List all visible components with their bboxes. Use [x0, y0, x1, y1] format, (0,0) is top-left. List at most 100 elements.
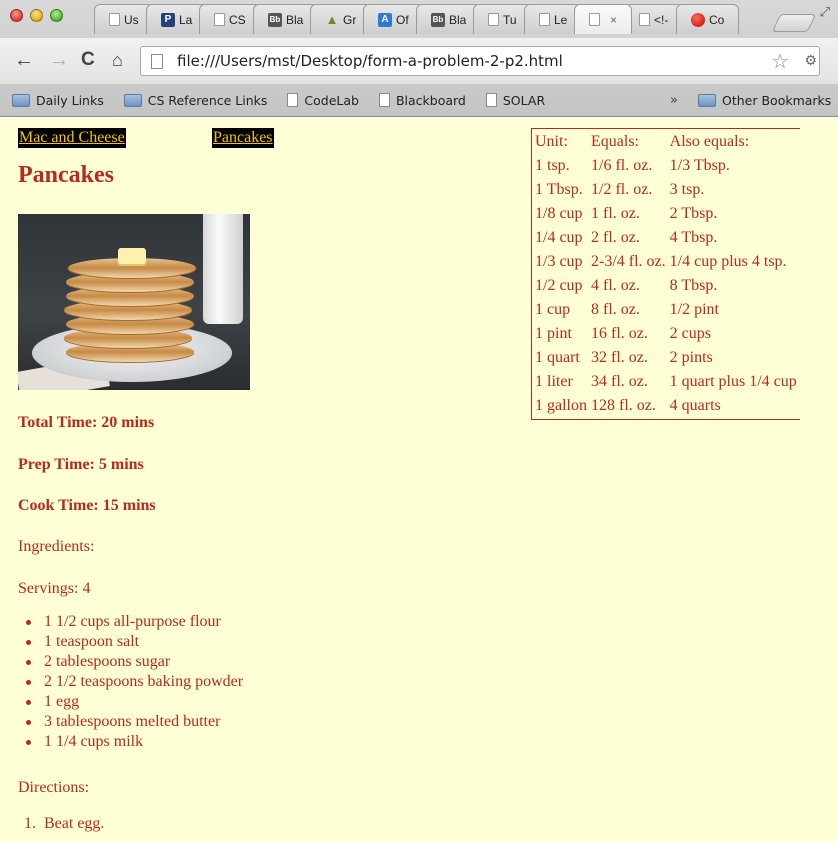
- table-row: 1 quart 32 fl. oz. 2 pints: [534, 347, 798, 369]
- nav-link-mac-and-cheese[interactable]: Mac and Cheese: [18, 128, 126, 148]
- table-cell: 1/2 cup: [535, 277, 583, 294]
- table-cell: 1/3 Tbsp.: [669, 157, 730, 174]
- address-bar[interactable]: file:///Users/mst/Desktop/form-a-problem…: [140, 46, 820, 76]
- reload-button[interactable]: C: [81, 48, 95, 72]
- total-time: Total Time: 20 mins: [18, 414, 155, 431]
- table-row: 1/3 cup 2-3/4 fl. oz. 1/4 cup plus 4 tsp.: [534, 251, 798, 273]
- tab-0[interactable]: Us: [94, 4, 154, 34]
- table-cell: 1 liter: [535, 373, 573, 390]
- table-cell: 1/8 cup: [535, 205, 583, 222]
- table-row: 1 Tbsp. 1/2 fl. oz. 3 tsp.: [534, 179, 798, 201]
- table-cell: 2 fl. oz.: [591, 229, 640, 246]
- table-cell: 1/3 cup: [535, 253, 583, 270]
- bookmark-label: CodeLab: [304, 92, 359, 108]
- close-tab-icon[interactable]: ×: [610, 13, 617, 27]
- bookmark-item[interactable]: Daily Links: [12, 93, 104, 108]
- bookmark-item[interactable]: CodeLab: [287, 93, 359, 108]
- table-row: 1 pint 16 fl. oz. 2 cups: [534, 323, 798, 345]
- p-favicon-icon: P: [160, 12, 175, 27]
- table-cell: 1 quart: [535, 349, 580, 366]
- tab-label: Co: [708, 12, 725, 27]
- ingredient-item: 2 tablespoons sugar: [25, 652, 243, 672]
- step-number: 1.: [24, 815, 36, 832]
- ingredient-item: 3 tablespoons melted butter: [25, 712, 243, 732]
- tab-6[interactable]: Bb Bla: [416, 4, 482, 34]
- prep-time: Prep Time: 5 mins: [18, 456, 144, 473]
- table-cell: 3 tsp.: [669, 181, 705, 198]
- table-cell: 1 gallon: [535, 397, 587, 414]
- forward-button[interactable]: →: [49, 48, 69, 72]
- toolbar: ← → C ⌂ file:///Users/mst/Desktop/form-a…: [0, 38, 838, 84]
- cook-time: Cook Time: 15 mins: [18, 497, 156, 514]
- tab-3[interactable]: Bb Bla: [252, 4, 319, 34]
- tab-11[interactable]: Co: [675, 4, 740, 34]
- pancakes-photo: [18, 214, 250, 390]
- ingredient-item: 2 1/2 teaspoons baking powder: [25, 673, 244, 690]
- table-cell: 2 cups: [669, 325, 711, 342]
- table-cell: 1/2 fl. oz.: [591, 181, 653, 198]
- doc-favicon-icon: [589, 13, 601, 26]
- extension-icon[interactable]: ⚙: [804, 52, 817, 69]
- table-cell: 1/6 fl. oz.: [591, 157, 653, 174]
- browser-chrome: Us P La CS Bb Bla ▲ Gr A Of Bb Bla Tu Le × <!- Co ⤢ ← → …: [0, 0, 838, 117]
- doc-favicon-icon: [109, 13, 120, 26]
- table-row: 1 tsp. 1/6 fl. oz. 1/3 Tbsp.: [534, 155, 798, 177]
- table-cell: 1 cup: [535, 301, 571, 318]
- other-bookmarks-label: Other Bookmarks: [722, 92, 832, 108]
- bb-favicon-icon: Bb: [431, 12, 446, 27]
- directions-heading: Directions:: [18, 779, 90, 796]
- table-cell: 1 tsp.: [535, 157, 570, 174]
- tab-label: Bla: [285, 12, 304, 27]
- table-cell: 16 fl. oz.: [591, 325, 648, 342]
- table-cell: 4 fl. oz.: [591, 277, 640, 294]
- bookmark-star-icon[interactable]: ☆: [771, 49, 789, 74]
- tab-2[interactable]: CS: [199, 4, 261, 34]
- page-icon: [287, 93, 299, 107]
- close-window-button[interactable]: [10, 9, 23, 22]
- column-header: Also equals:: [669, 133, 750, 150]
- nav-link-pancakes[interactable]: Pancakes: [212, 128, 274, 148]
- minimize-window-button[interactable]: [30, 9, 43, 22]
- tabs: Us P La CS Bb Bla ▲ Gr A Of Bb Bla Tu Le × <!- Co: [94, 4, 740, 36]
- folder-icon: [698, 93, 716, 107]
- doc-favicon-icon: [538, 13, 550, 26]
- ingredient-item: 1 teaspoon salt: [25, 632, 243, 652]
- other-bookmarks-button[interactable]: Other Bookmarks: [698, 84, 831, 116]
- back-button[interactable]: ←: [14, 48, 34, 72]
- table-cell: 34 fl. oz.: [591, 373, 648, 390]
- table-header-row: Unit: Equals: Also equals:: [534, 131, 798, 153]
- tab-label: CS: [229, 12, 246, 27]
- table-cell: 1 Tbsp.: [535, 181, 583, 198]
- tab-label: Le: [553, 12, 568, 27]
- table-cell: 1/2 pint: [669, 301, 719, 318]
- bookmark-item[interactable]: CS Reference Links: [123, 93, 267, 108]
- page-icon: [378, 93, 390, 107]
- bookmark-label: Daily Links: [36, 92, 104, 108]
- table-cell: 1/4 cup: [535, 229, 583, 246]
- tab-label: <!-: [654, 12, 669, 27]
- bookmark-item[interactable]: Blackboard: [378, 93, 466, 108]
- zoom-window-button[interactable]: [50, 9, 63, 22]
- table-cell: 128 fl. oz.: [591, 397, 656, 414]
- tab-9[interactable]: ×: [574, 4, 633, 34]
- bb-favicon-icon: Bb: [267, 12, 282, 27]
- bookmarks-overflow-button[interactable]: »: [670, 93, 678, 108]
- ingredient-item: 1 egg: [25, 692, 243, 712]
- fullscreen-icon[interactable]: ⤢: [820, 4, 830, 20]
- url-text[interactable]: file:///Users/mst/Desktop/form-a-problem…: [177, 52, 563, 70]
- ingredient-item: 1 1/4 cups milk: [25, 732, 243, 752]
- table-cell: 1 fl. oz.: [591, 205, 640, 222]
- doc-favicon-icon: [488, 13, 500, 26]
- table-cell: 2-3/4 fl. oz.: [591, 253, 666, 270]
- new-tab-button[interactable]: [771, 14, 817, 32]
- tab-10[interactable]: <!-: [624, 4, 684, 34]
- home-button[interactable]: ⌂: [112, 48, 123, 72]
- page-icon: [151, 54, 163, 69]
- table-row: 1/2 cup 4 fl. oz. 8 Tbsp.: [534, 275, 798, 297]
- table-row: 1 cup 8 fl. oz. 1/2 pint: [534, 299, 798, 321]
- tab-1[interactable]: P La: [145, 4, 208, 34]
- tab-5[interactable]: A Of: [363, 4, 425, 34]
- tab-label: Of: [396, 12, 410, 27]
- tab-strip: Us P La CS Bb Bla ▲ Gr A Of Bb Bla Tu Le × <!- Co ⤢: [0, 0, 838, 38]
- bookmark-item[interactable]: SOLAR: [485, 93, 545, 108]
